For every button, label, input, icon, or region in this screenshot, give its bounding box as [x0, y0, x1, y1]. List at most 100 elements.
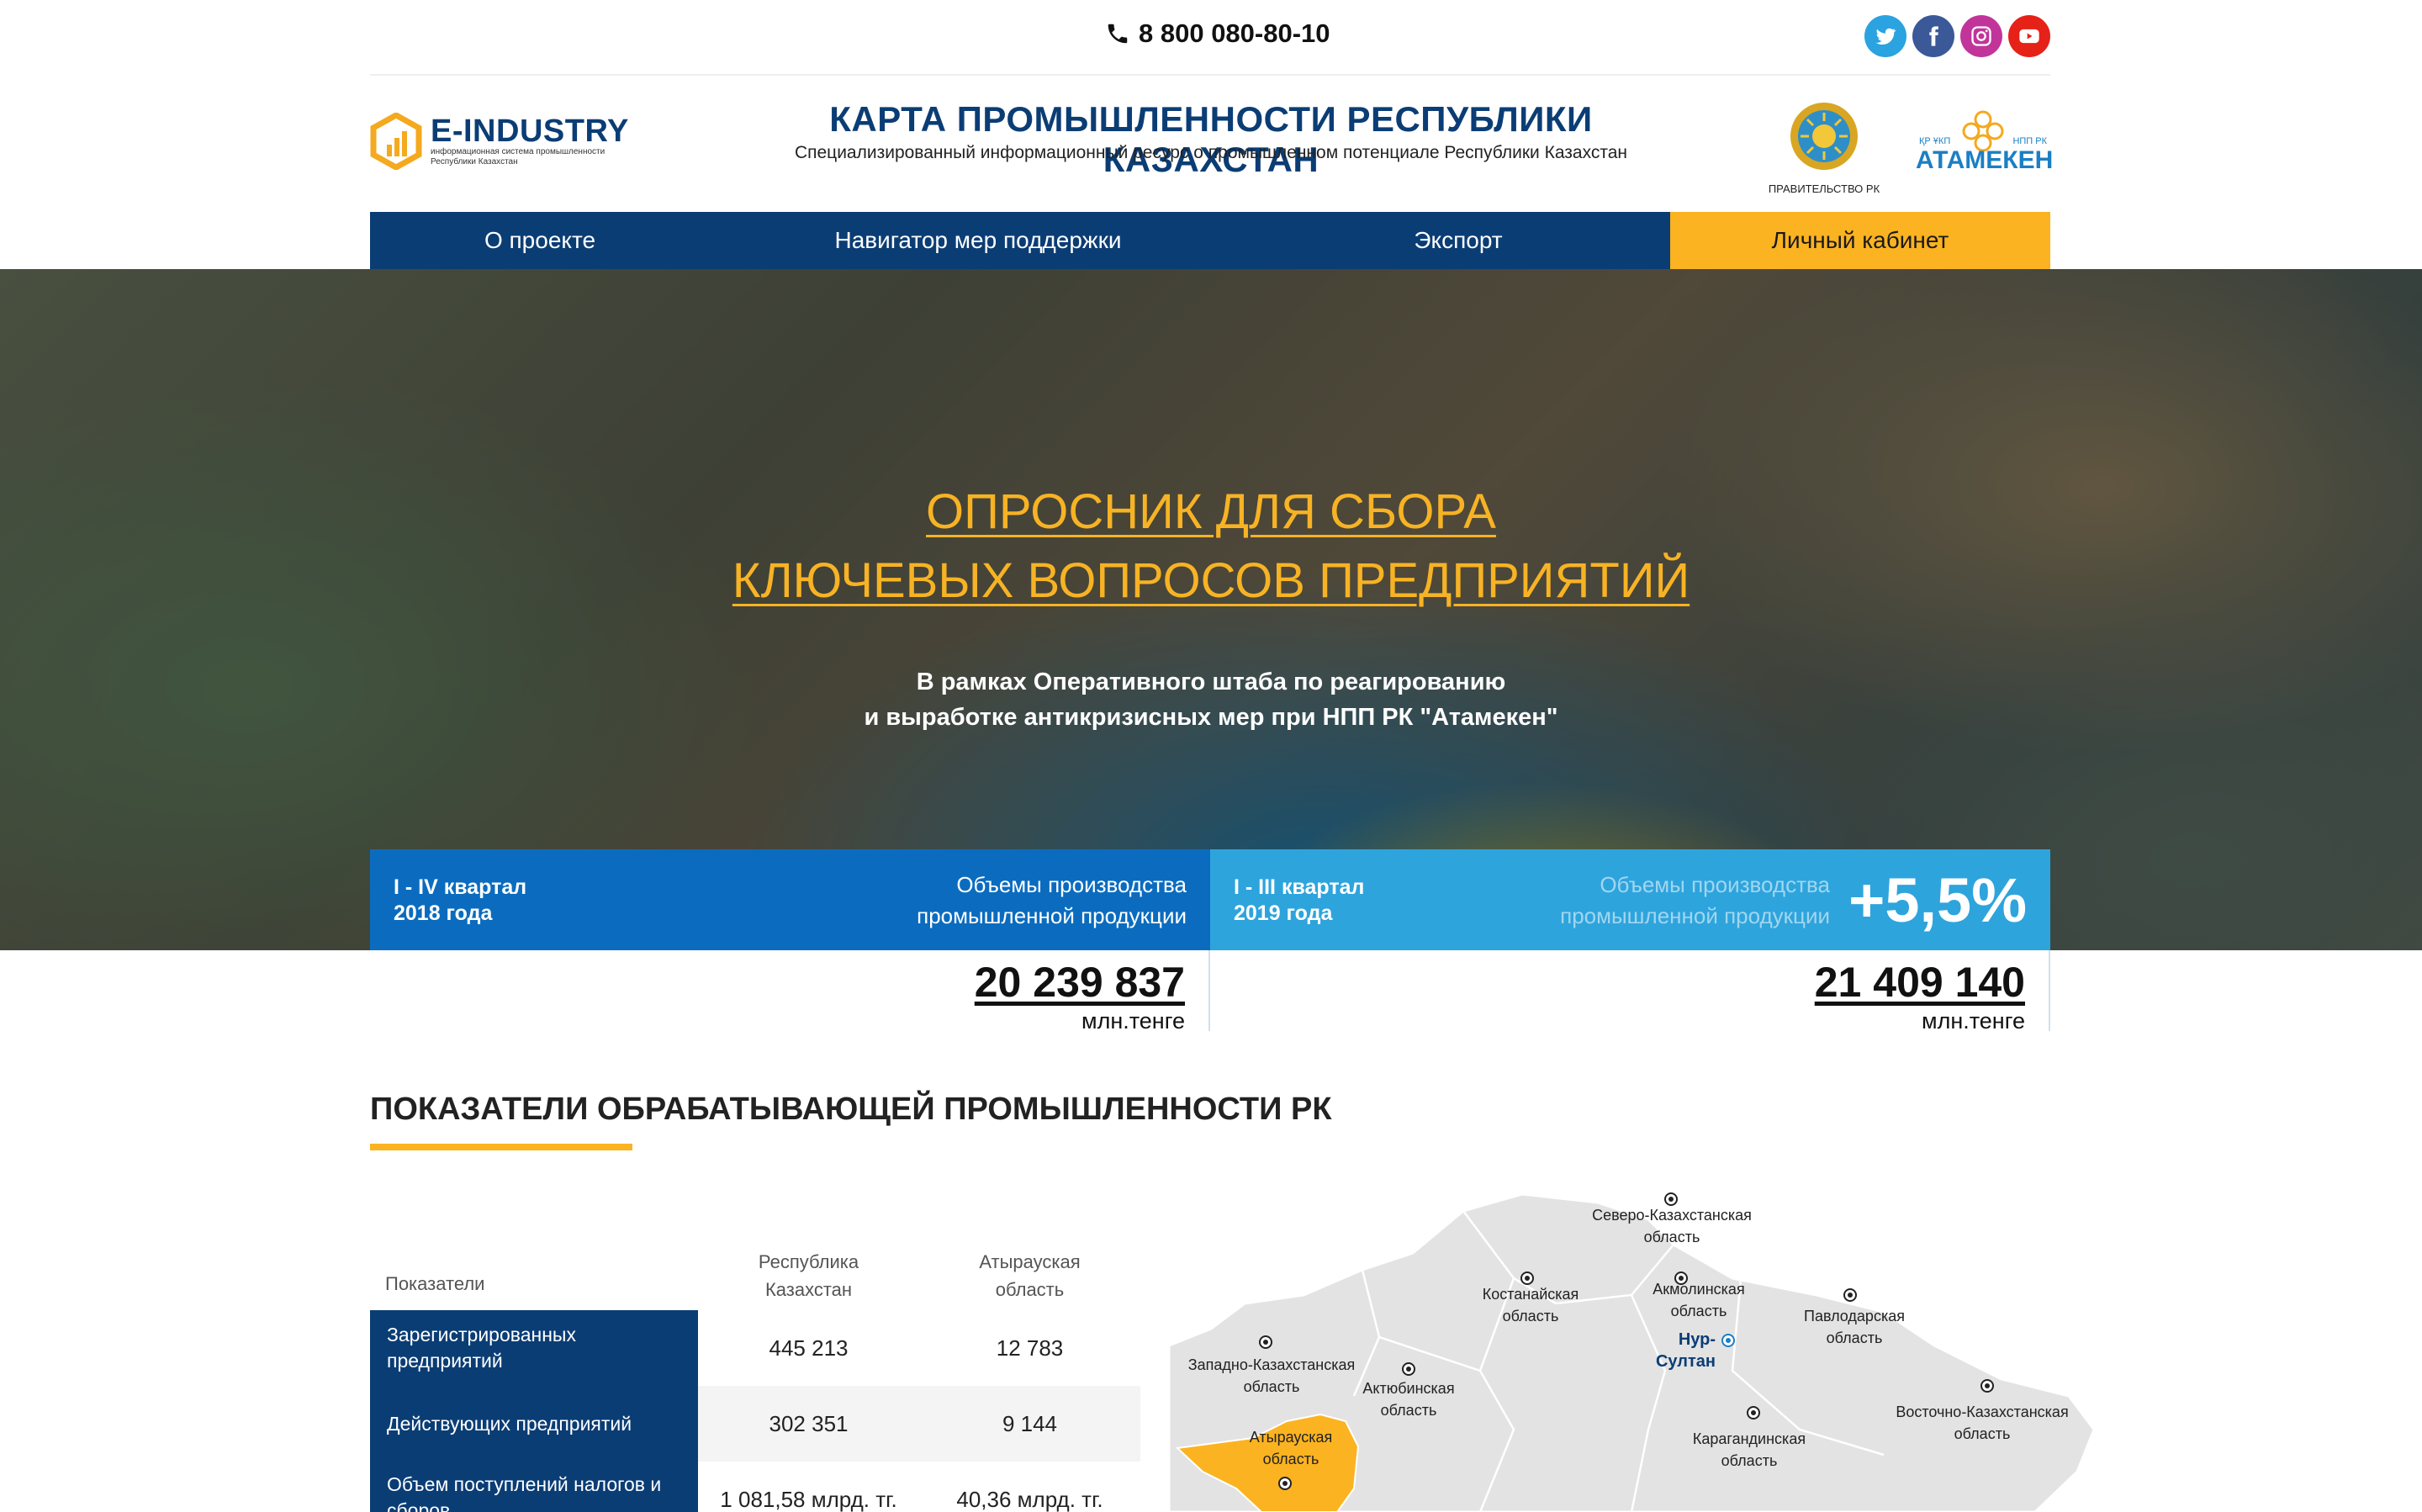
region-marker[interactable] [1402, 1362, 1415, 1376]
hero-subtitle: В рамках Оперативного штаба по реагирова… [0, 664, 2422, 735]
map-label-north-kz[interactable]: Северо-Казахстанская область [1588, 1204, 1756, 1248]
table-header-indicators: Показатели [385, 1273, 485, 1294]
atameken-ru-label: НПП РК [2012, 136, 2047, 146]
facebook-icon[interactable] [1912, 15, 1954, 57]
site-subtitle: Специализированный информационный ресурс… [794, 143, 1628, 162]
top-bar: 8 800 080-80-10 [370, 0, 2050, 76]
table-header-atyrau-line1: Атырауская [979, 1251, 1081, 1272]
nav-item-export[interactable]: Экспорт [1246, 212, 1670, 269]
map-label-west-kz[interactable]: Западно-Казахстанская область [1179, 1354, 1364, 1398]
stat-description-line1: Объемы производства [1600, 872, 1830, 897]
map-label-atyrau[interactable]: Атырауская область [1236, 1426, 1346, 1470]
table-header-kazakhstan-line2: Казахстан [764, 1279, 853, 1300]
government-logo[interactable]: ПРАВИТЕЛЬСТВО РК [1764, 101, 1884, 195]
stat-description: Объемы производства промышленной продукц… [917, 870, 1187, 932]
table-cell: 445 213 [769, 1335, 849, 1361]
table-cell: 40,36 млрд. тг. [956, 1486, 1103, 1512]
stat-description-line2: промышленной продукции [917, 903, 1187, 928]
atameken-kz-label: ҚР ҰКП [1919, 136, 1951, 146]
stat-unit: млн.тенге [1922, 1008, 2025, 1034]
map-label-line1: Северо-Казахстанская [1592, 1207, 1752, 1224]
map-label-line1: Атырауская [1249, 1429, 1333, 1446]
hero-subtitle-line2: и выработке антикризисных мер при НПП РК… [864, 704, 1558, 731]
social-links [1864, 15, 2050, 57]
map-label-line1: Актюбинская [1362, 1380, 1455, 1397]
stat-value[interactable]: 21 409 140 [1210, 955, 2025, 1009]
hero-title-line2: КЛЮЧЕВЫХ ВОПРОСОВ ПРЕДПРИЯТИЙ [732, 553, 1690, 608]
map-label-line2: область [1262, 1451, 1319, 1467]
kazakhstan-map: Северо-Казахстанская область Костанайская… [1161, 1177, 2102, 1512]
map-label-east-kz[interactable]: Восточно-Казахстанская область [1881, 1401, 2083, 1445]
region-marker[interactable] [1747, 1406, 1760, 1419]
map-label-line1: Восточно-Казахстанская [1896, 1404, 2069, 1420]
stat-description-line1: Объемы производства [956, 872, 1187, 897]
table-cell: 9 144 [1002, 1410, 1058, 1436]
map-label-line1: Акмолинская [1653, 1281, 1745, 1298]
e-industry-logo[interactable]: E-INDUSTRY информационная система промыш… [370, 113, 629, 170]
stat-card-2018: I - IV квартал 2018 года Объемы производ… [370, 849, 1210, 950]
site-title: КАРТА ПРОМЫШЛЕННОСТИ РЕСПУБЛИКИ КАЗАХСТА… [829, 99, 1593, 179]
table-header-kazakhstan-line1: Республика [758, 1251, 859, 1272]
phone-icon [1108, 24, 1128, 44]
region-marker[interactable] [1259, 1335, 1272, 1349]
table-header-atyrau-line2: область [995, 1279, 1065, 1300]
phone-link[interactable]: 8 800 080-80-10 [1105, 19, 1330, 49]
region-marker[interactable] [1843, 1288, 1857, 1302]
stat-description: Объемы производства промышленной продукц… [1560, 870, 1830, 932]
map-label-akmola[interactable]: Акмолинская область [1640, 1278, 1758, 1322]
map-label-line2: область [1954, 1425, 2011, 1442]
map-label-karaganda[interactable]: Карагандинская область [1682, 1428, 1816, 1472]
table-header-kazakhstan: Республика Казахстан [698, 1248, 919, 1303]
atameken-name: АТАМЕКЕН [1916, 146, 2054, 174]
site-header: E-INDUSTRY информационная система промыш… [370, 77, 2054, 212]
map-label-line2: область [1721, 1452, 1778, 1469]
nav-item-about[interactable]: О проекте [370, 212, 710, 269]
stat-period-year: 2018 года [394, 901, 493, 925]
region-marker[interactable] [1980, 1379, 1994, 1393]
hero-subtitle-line1: В рамках Оперативного штаба по реагирова… [916, 669, 1506, 695]
table-row-label: Действующих предприятий [370, 1386, 698, 1462]
table-row: Зарегистрированных предприятий 445 213 1… [370, 1310, 1140, 1386]
map-label-capital[interactable]: Нур-Султан [1623, 1329, 1716, 1372]
stat-period-quarter: I - III квартал [1234, 875, 1365, 899]
atameken-logo[interactable]: ҚР ҰКП НПП РК АТАМЕКЕН [1916, 108, 2054, 180]
stat-growth-percent: +5,5% [1848, 865, 2027, 935]
map-label-line2: область [1670, 1303, 1727, 1319]
table-header-atyrau: Атырауская область [919, 1248, 1140, 1303]
kazakhstan-emblem-icon [1790, 103, 1858, 170]
table-cell: 302 351 [769, 1410, 849, 1436]
stat-value[interactable]: 20 239 837 [370, 955, 1185, 1009]
youtube-icon[interactable] [2008, 15, 2050, 57]
twitter-icon[interactable] [1864, 15, 1906, 57]
region-marker[interactable] [1278, 1477, 1292, 1490]
map-label-kostanay[interactable]: Костанайская область [1472, 1283, 1589, 1327]
map-label-aktobe[interactable]: Актюбинская область [1354, 1377, 1463, 1421]
table-row-label: Зарегистрированных предприятий [370, 1310, 698, 1386]
section-underline [370, 1144, 632, 1150]
phone-number: 8 800 080-80-10 [1139, 19, 1330, 48]
survey-link[interactable]: ОПРОСНИК ДЛЯ СБОРА КЛЮЧЕВЫХ ВОПРОСОВ ПРЕ… [0, 478, 2422, 616]
stat-period: I - III квартал 2019 года [1234, 875, 1364, 927]
map-label-line2: область [1643, 1229, 1700, 1245]
map-label-line1: Павлодарская [1804, 1308, 1905, 1324]
map-label-line1: Западно-Казахстанская [1187, 1356, 1356, 1373]
stat-period-year: 2019 года [1234, 901, 1333, 925]
nav-item-personal-cabinet[interactable]: Личный кабинет [1670, 212, 2050, 269]
table-row: Действующих предприятий 302 351 9 144 [370, 1386, 1140, 1462]
map-label-line2: область [1502, 1308, 1559, 1324]
stat-unit: млн.тенге [1081, 1008, 1185, 1034]
table-row-label: Объем поступлений налогов и сборов [370, 1462, 698, 1512]
stat-description-line2: промышленной продукции [1560, 903, 1830, 928]
capital-marker[interactable] [1721, 1334, 1735, 1347]
government-label: ПРАВИТЕЛЬСТВО РК [1768, 182, 1880, 195]
map-label-line2: область [1243, 1378, 1300, 1395]
stat-card-2019: I - III квартал 2019 года Объемы произво… [1210, 849, 2050, 950]
map-label-line2: область [1380, 1402, 1437, 1419]
stat-period: I - IV квартал 2018 года [394, 875, 526, 927]
hero-title-line1: ОПРОСНИК ДЛЯ СБОРА [926, 484, 1496, 539]
nav-item-support-navigator[interactable]: Навигатор мер поддержки [710, 212, 1246, 269]
logo-title: E-INDUSTRY [431, 114, 629, 149]
map-label-pavlodar[interactable]: Павлодарская область [1795, 1305, 1913, 1349]
instagram-icon[interactable] [1960, 15, 2002, 57]
table-cell: 1 081,58 млрд. тг. [720, 1486, 897, 1512]
